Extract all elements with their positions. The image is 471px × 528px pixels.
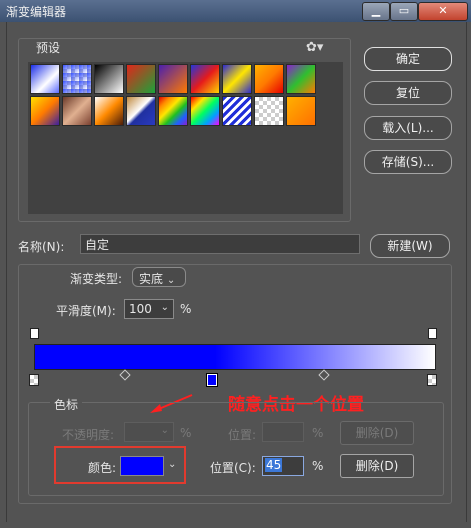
close-button[interactable]: ✕ [418,2,468,21]
gradient-type-value: 实底 [139,272,164,286]
color-stop-left[interactable] [29,374,39,386]
preset-swatch[interactable] [286,64,316,94]
gear-icon[interactable]: ✿▾ [306,40,323,55]
load-button[interactable]: 载入(L)... [364,116,452,140]
opacity-position-unit: % [312,426,324,440]
gradient-bar[interactable] [34,344,436,370]
preset-swatch[interactable] [30,64,60,94]
gradient-type-select[interactable]: 实底 ⌄ [132,267,186,287]
chevron-down-icon: ⌄ [160,425,169,436]
color-swatch[interactable] [120,456,164,476]
preset-swatch[interactable] [126,64,156,94]
preset-swatch[interactable] [62,96,92,126]
preset-swatch[interactable] [222,64,252,94]
opacity-position-label: 位置: [228,428,257,442]
preset-swatch[interactable] [254,96,284,126]
minimize-button[interactable]: ▁ [362,2,390,21]
preset-swatch[interactable] [286,96,316,126]
opacity-unit: % [180,426,192,440]
presets-panel [28,62,343,214]
preset-swatch[interactable] [190,96,220,126]
preset-swatch[interactable] [222,96,252,126]
ok-button[interactable]: 确定 [364,47,452,71]
reset-button[interactable]: 复位 [364,81,452,105]
color-label: 颜色: [88,461,117,475]
opacity-stop-left[interactable] [30,328,39,339]
preset-swatch[interactable] [30,96,60,126]
preset-swatch[interactable] [190,64,220,94]
color-position-input[interactable]: 45 [262,456,304,476]
name-label: 名称(N): [18,240,65,254]
window-title: 渐变编辑器 [6,5,67,19]
color-position-value: 45 [265,458,283,472]
opacity-label: 不透明度: [62,428,115,442]
gradient-type-label: 渐变类型: [70,272,123,286]
chevron-down-icon[interactable]: ⌄ [168,459,176,470]
maximize-button[interactable]: ▭ [390,2,418,21]
color-position-unit: % [312,459,324,473]
chevron-down-icon: ⌄ [166,275,176,286]
smoothness-label: 平滑度(M): [56,304,116,318]
color-delete-button[interactable]: 删除(D) [340,454,414,478]
preset-swatch[interactable] [94,96,124,126]
preset-swatch[interactable] [94,64,124,94]
chevron-down-icon: ⌄ [160,302,169,313]
opacity-stop-right[interactable] [428,328,437,339]
color-position-label: 位置(C): [210,461,256,475]
preset-swatch[interactable] [158,96,188,126]
new-button[interactable]: 新建(W) [370,234,450,258]
smoothness-unit: % [180,302,192,316]
preset-swatch[interactable] [62,64,92,94]
opacity-position-input[interactable] [262,422,304,442]
save-button[interactable]: 存储(S)... [364,150,452,174]
smoothness-value: 100 [129,302,152,316]
color-stop-right[interactable] [427,374,437,386]
opacity-input[interactable]: ⌄ [124,422,174,442]
name-input[interactable] [80,234,360,254]
stops-group-label: 色标 [50,396,83,413]
smoothness-input[interactable]: 100 ⌄ [124,299,174,319]
color-stop-selected[interactable] [206,373,218,387]
opacity-delete-button[interactable]: 删除(D) [340,421,414,445]
preset-swatch[interactable] [126,96,156,126]
preset-swatch[interactable] [254,64,284,94]
preset-swatch[interactable] [158,64,188,94]
presets-label: 预设 [36,41,61,55]
